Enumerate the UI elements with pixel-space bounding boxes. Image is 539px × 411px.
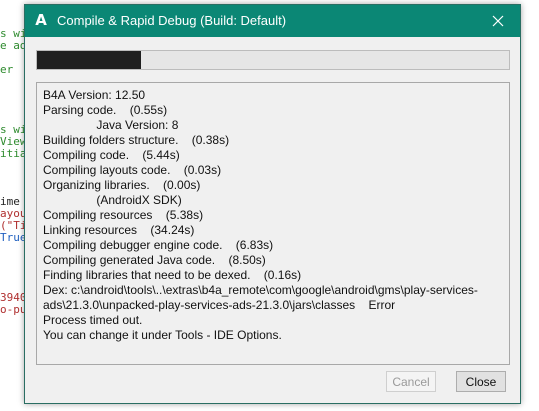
title-bar[interactable]: A Compile & Rapid Debug (Build: Default): [25, 5, 520, 37]
log-line: Building folders structure. (0.38s): [43, 133, 230, 147]
log-line: Finding libraries that need to be dexed.…: [43, 268, 302, 282]
log-line: Linking resources (34.24s): [43, 223, 195, 237]
log-line: Organizing libraries. (0.00s): [43, 178, 201, 192]
close-icon-glyph: [492, 15, 504, 27]
code-line: e ad: [0, 39, 27, 52]
log-line: Compiling code. (5.44s): [43, 148, 180, 162]
progress-fill: [37, 51, 141, 69]
close-icon[interactable]: [476, 5, 520, 37]
dialog-title: Compile & Rapid Debug (Build: Default): [57, 13, 287, 28]
log-line: B4A Version: 12.50: [43, 88, 146, 102]
cancel-button[interactable]: Cancel: [386, 371, 436, 392]
code-line: itia: [0, 147, 27, 160]
screen: s wi e ad er s wi View itia ime ayou ("Ti True 394…: [0, 0, 539, 411]
log-line: Java Version: 8: [43, 118, 179, 132]
code-line: o-pu: [0, 303, 27, 316]
log-line: Parsing code. (0.55s): [43, 103, 168, 117]
code-line: True: [0, 231, 27, 244]
log-line: Compiling debugger engine code. (6.83s): [43, 238, 274, 252]
progress-bar: [36, 50, 510, 70]
log-line: Process timed out.: [43, 313, 143, 327]
log-line: Compiling layouts code. (0.03s): [43, 163, 222, 177]
compile-dialog: A Compile & Rapid Debug (Build: Default)…: [24, 4, 521, 404]
log-line: Dex: c:\android\tools\..\extras\b4a_remo…: [43, 283, 478, 312]
log-line: You can change it under Tools - IDE Opti…: [43, 328, 282, 342]
b4a-app-icon: A: [35, 11, 47, 29]
compile-log[interactable]: B4A Version: 12.50 Parsing code. (0.55s) …: [36, 82, 510, 365]
log-line: Compiling generated Java code. (8.50s): [43, 253, 266, 267]
close-button[interactable]: Close: [456, 371, 506, 392]
log-line: (AndroidX SDK): [43, 193, 182, 207]
code-line: er: [0, 63, 14, 76]
log-line: Compiling resources (5.38s): [43, 208, 204, 222]
